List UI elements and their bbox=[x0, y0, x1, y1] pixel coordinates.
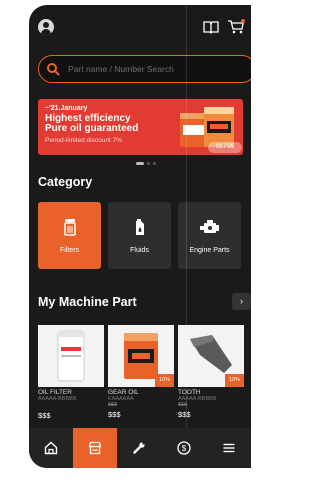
more-button[interactable]: › bbox=[232, 293, 251, 310]
app-screen: Part name / Number Search ~'21.January H… bbox=[29, 5, 251, 468]
category-title: Category bbox=[38, 175, 93, 189]
banner-title: Highest efficiency Pure oil guaranteed bbox=[45, 114, 138, 134]
filter-icon bbox=[64, 219, 76, 236]
search-icon bbox=[47, 63, 60, 76]
promo-banner[interactable]: ~'21.January Highest efficiency Pure oil… bbox=[38, 99, 243, 155]
product-price: $$$ bbox=[178, 410, 191, 419]
product-image bbox=[38, 325, 104, 387]
carousel-dot-active[interactable] bbox=[136, 162, 144, 165]
oil-filter-image bbox=[57, 330, 85, 382]
category-filters[interactable]: Filters bbox=[38, 202, 101, 269]
product-name: TOOTH bbox=[178, 389, 201, 396]
banner-title-line-2: Pure oil guaranteed bbox=[45, 123, 139, 134]
svg-text:$: $ bbox=[181, 444, 186, 453]
nav-menu[interactable] bbox=[206, 428, 251, 468]
product-image: 10% bbox=[178, 325, 244, 387]
nav-store[interactable] bbox=[73, 428, 117, 468]
banner-subtitle: Period-limited discount 7% bbox=[45, 137, 122, 144]
product-image: 10% bbox=[108, 325, 174, 387]
banner-date: ~'21.January bbox=[45, 105, 88, 112]
discount-badge: 10% bbox=[155, 374, 174, 387]
category-label: Filters bbox=[59, 247, 80, 254]
discount-badge: 10% bbox=[225, 374, 244, 387]
nav-wrench[interactable] bbox=[117, 428, 161, 468]
home-icon bbox=[44, 441, 58, 455]
wrench-icon bbox=[133, 442, 145, 454]
product-card-oil-filter[interactable]: OIL FILTER AAAAA-BBBBB $$$ bbox=[38, 325, 104, 420]
product-old-price: $$$ bbox=[108, 402, 118, 408]
category-engine-parts[interactable]: Engine Parts bbox=[178, 202, 241, 269]
book-icon[interactable] bbox=[202, 18, 220, 36]
category-label: Fluids bbox=[130, 247, 149, 254]
bottom-nav: $ bbox=[29, 428, 251, 468]
cart-icon[interactable] bbox=[227, 18, 245, 36]
store-icon bbox=[88, 441, 102, 455]
product-card-gear-oil[interactable]: 10% GEAR OIL KAAAAAA $$$ $$$ bbox=[108, 325, 174, 419]
nav-payment[interactable]: $ bbox=[161, 428, 206, 468]
search-input[interactable]: Part name / Number Search bbox=[68, 64, 174, 74]
menu-icon bbox=[223, 443, 234, 453]
carousel-dot[interactable] bbox=[147, 162, 150, 165]
product-name: OIL FILTER bbox=[38, 389, 72, 396]
machine-part-title: My Machine Part bbox=[38, 295, 137, 309]
category-label: Engine Parts bbox=[189, 247, 230, 254]
user-avatar-icon[interactable] bbox=[38, 19, 54, 35]
dollar-icon: $ bbox=[176, 441, 191, 455]
fluid-drop-icon bbox=[136, 219, 144, 235]
carousel-dot[interactable] bbox=[153, 162, 156, 165]
category-fluids[interactable]: Fluids bbox=[108, 202, 171, 269]
nav-home[interactable] bbox=[29, 428, 73, 468]
banner-page-indicator: 01 / 05 bbox=[208, 142, 242, 153]
product-price: $$$ bbox=[38, 411, 51, 420]
product-name: GEAR OIL bbox=[108, 389, 139, 396]
product-code: AAAAA-BBBBB bbox=[38, 396, 77, 402]
engine-icon bbox=[200, 220, 219, 233]
product-price: $$$ bbox=[108, 410, 121, 419]
top-bar bbox=[29, 5, 251, 51]
product-card-tooth[interactable]: 10% TOOTH AAAAA-BBBBB $$$ $$$ bbox=[178, 325, 244, 419]
product-old-price: $$$ bbox=[178, 402, 188, 408]
guide-divider bbox=[186, 5, 187, 468]
search-bar[interactable]: Part name / Number Search bbox=[38, 55, 251, 83]
